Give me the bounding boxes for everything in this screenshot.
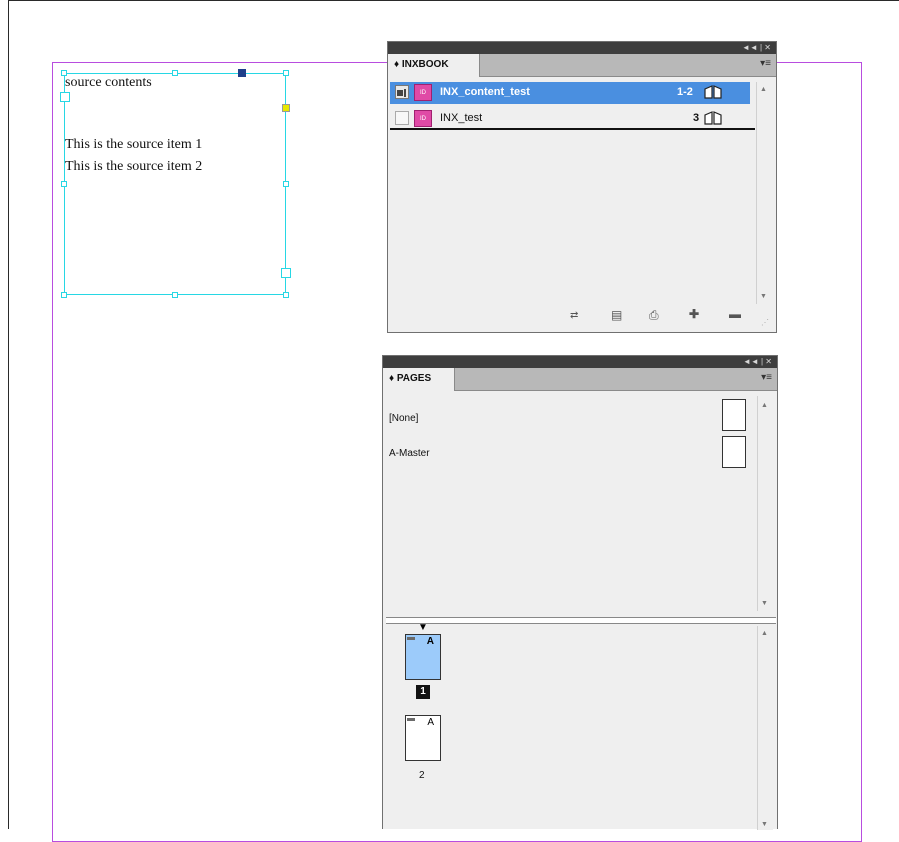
tab-inxbook[interactable]: ♦ INXBOOK bbox=[388, 54, 480, 77]
master-none-label[interactable]: [None] bbox=[389, 413, 418, 424]
synchronize-icon[interactable]: ⇄ bbox=[570, 310, 578, 321]
in-port[interactable] bbox=[60, 92, 70, 102]
scroll-down-arrow[interactable]: ▼ bbox=[760, 293, 767, 300]
pages-panel: ◄◄ | ✕ ♦ PAGES ▾≡ [None] A-Master ▲ ▼ ▼ … bbox=[382, 355, 778, 830]
indesign-document-icon: ID bbox=[414, 84, 432, 101]
scroll-down-arrow[interactable]: ▼ bbox=[761, 600, 768, 607]
pages-tabstrip: ♦ PAGES ▾≡ bbox=[383, 368, 777, 391]
handle-bottom-left[interactable] bbox=[61, 292, 67, 298]
page-1-thumbnail[interactable]: A bbox=[405, 634, 441, 680]
print-icon[interactable]: ⎙ bbox=[649, 308, 659, 323]
out-port[interactable] bbox=[281, 268, 291, 278]
handle-top-right[interactable] bbox=[283, 70, 289, 76]
document-page-range: 1-2 bbox=[677, 86, 693, 98]
document-page-range: 3 bbox=[693, 112, 700, 124]
page-2-master-prefix: A bbox=[427, 717, 434, 728]
handle-top-left[interactable] bbox=[61, 70, 67, 76]
handle-middle-right[interactable] bbox=[283, 181, 289, 187]
resize-grip-icon[interactable]: ⋰ bbox=[761, 318, 769, 327]
handle-bottom-middle[interactable] bbox=[172, 292, 178, 298]
scroll-up-arrow[interactable]: ▲ bbox=[760, 86, 767, 93]
book-row-inx-content-test[interactable]: ID INX_content_test 1-2 bbox=[390, 82, 750, 104]
style-source-icon bbox=[397, 89, 406, 97]
anchor-handle[interactable] bbox=[238, 69, 246, 77]
document-status-box bbox=[395, 111, 409, 125]
inxbook-titlebar[interactable]: ◄◄ | ✕ bbox=[388, 42, 776, 54]
document-status-icon bbox=[395, 85, 409, 99]
book-row-inx-test[interactable]: ID INX_test 3 bbox=[390, 108, 755, 130]
collapse-close-buttons[interactable]: ◄◄ | ✕ bbox=[742, 42, 771, 54]
page-1-number: 1 bbox=[416, 685, 430, 699]
scroll-up-arrow[interactable]: ▲ bbox=[761, 630, 768, 637]
pages-scrollbar[interactable]: ▲ ▼ bbox=[757, 626, 773, 830]
master-tab-mark bbox=[407, 637, 415, 640]
page-2-thumbnail[interactable]: A bbox=[405, 715, 441, 761]
corner-effects-handle[interactable] bbox=[282, 104, 290, 112]
frame-text-line-4: This is the source item 2 bbox=[65, 159, 203, 174]
page-2-number: 2 bbox=[419, 770, 425, 781]
master-tab-mark bbox=[407, 718, 415, 721]
frame-text-line-3: This is the source item 1 bbox=[65, 137, 203, 152]
handle-top-middle[interactable] bbox=[172, 70, 178, 76]
add-document-icon[interactable]: ✚ bbox=[689, 307, 699, 321]
scroll-up-arrow[interactable]: ▲ bbox=[761, 402, 768, 409]
canvas-top-border bbox=[8, 0, 899, 1]
indesign-document-icon: ID bbox=[414, 110, 432, 127]
active-spread-indicator: ▼ bbox=[418, 622, 428, 633]
document-name: INX_content_test bbox=[440, 86, 530, 98]
master-none-thumbnail[interactable] bbox=[722, 399, 746, 431]
panel-divider[interactable] bbox=[386, 617, 776, 624]
collapse-close-buttons[interactable]: ◄◄ | ✕ bbox=[743, 356, 772, 368]
master-a-thumbnail[interactable] bbox=[722, 436, 746, 468]
text-frame[interactable]: source contents This is the source item … bbox=[64, 73, 286, 295]
panel-menu-icon[interactable]: ▾≡ bbox=[761, 372, 772, 383]
frame-text-line-1: source contents bbox=[65, 75, 152, 90]
book-icon bbox=[704, 85, 722, 99]
masters-scrollbar[interactable]: ▲ ▼ bbox=[757, 396, 773, 611]
master-a-label[interactable]: A-Master bbox=[389, 448, 430, 459]
remove-document-icon[interactable]: ▬ bbox=[729, 307, 741, 321]
book-icon bbox=[704, 111, 722, 125]
handle-bottom-right[interactable] bbox=[283, 292, 289, 298]
inxbook-scrollbar[interactable]: ▲ ▼ bbox=[756, 82, 772, 304]
document-name: INX_test bbox=[440, 112, 483, 124]
inxbook-panel: ◄◄ | ✕ ♦ INXBOOK ▾≡ ID INX_content_test … bbox=[387, 41, 777, 333]
pages-titlebar[interactable]: ◄◄ | ✕ bbox=[383, 356, 777, 368]
tab-pages[interactable]: ♦ PAGES bbox=[383, 368, 455, 391]
page-1-master-prefix: A bbox=[426, 636, 434, 647]
canvas-left-border bbox=[8, 0, 9, 829]
inxbook-tabstrip: ♦ INXBOOK ▾≡ bbox=[388, 54, 776, 77]
handle-middle-left[interactable] bbox=[61, 181, 67, 187]
scroll-down-arrow[interactable]: ▼ bbox=[761, 821, 768, 828]
panel-menu-icon[interactable]: ▾≡ bbox=[760, 58, 771, 69]
save-icon[interactable]: ▤ bbox=[611, 308, 622, 322]
